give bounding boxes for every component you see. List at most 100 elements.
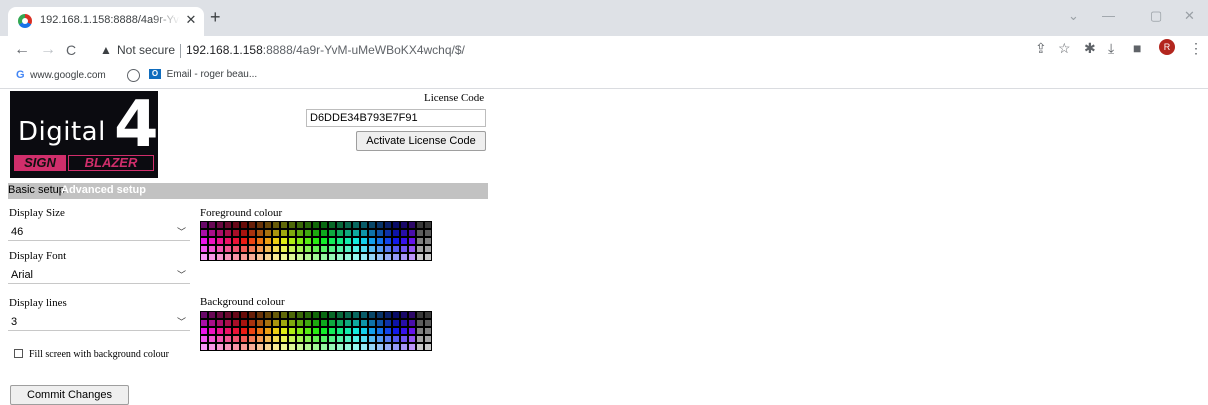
colour-swatch[interactable] [305,336,311,342]
colour-swatch[interactable] [217,238,223,244]
colour-swatch[interactable] [385,344,391,350]
colour-swatch[interactable] [409,238,415,244]
colour-swatch[interactable] [409,246,415,252]
colour-swatch[interactable] [257,312,263,318]
colour-swatch[interactable] [345,312,351,318]
close-window-icon[interactable]: ✕ [1184,8,1195,24]
colour-swatch[interactable] [321,344,327,350]
colour-swatch[interactable] [201,238,207,244]
colour-swatch[interactable] [417,336,423,342]
colour-swatch[interactable] [313,320,319,326]
colour-swatch[interactable] [329,246,335,252]
colour-swatch[interactable] [425,246,431,252]
colour-swatch[interactable] [217,336,223,342]
colour-swatch[interactable] [417,328,423,334]
colour-swatch[interactable] [265,320,271,326]
colour-swatch[interactable] [297,222,303,228]
tab-search-icon[interactable]: ⌄ [1068,8,1079,24]
colour-swatch[interactable] [249,222,255,228]
colour-swatch[interactable] [289,320,295,326]
colour-swatch[interactable] [425,320,431,326]
display-lines-select[interactable]: 3 ﹀ [8,314,190,331]
colour-swatch[interactable] [305,230,311,236]
forward-button[interactable]: → [40,41,56,59]
profile-icon[interactable]: R [1159,39,1175,55]
colour-swatch[interactable] [329,312,335,318]
bookmark-email[interactable]: O Email - roger beau... [149,69,257,80]
colour-swatch[interactable] [393,246,399,252]
colour-swatch[interactable] [217,246,223,252]
colour-swatch[interactable] [377,238,383,244]
colour-swatch[interactable] [265,246,271,252]
colour-swatch[interactable] [297,238,303,244]
colour-swatch[interactable] [321,222,327,228]
colour-swatch[interactable] [281,336,287,342]
colour-swatch[interactable] [361,254,367,260]
foreground-colour-palette[interactable] [200,221,432,261]
colour-swatch[interactable] [233,246,239,252]
colour-swatch[interactable] [345,328,351,334]
colour-swatch[interactable] [201,222,207,228]
display-font-select[interactable]: Arial ﹀ [8,267,190,284]
colour-swatch[interactable] [265,238,271,244]
colour-swatch[interactable] [417,344,423,350]
colour-swatch[interactable] [353,246,359,252]
colour-swatch[interactable] [345,320,351,326]
colour-swatch[interactable] [265,222,271,228]
colour-swatch[interactable] [297,246,303,252]
new-tab-button[interactable]: + [210,8,221,26]
colour-swatch[interactable] [273,230,279,236]
colour-swatch[interactable] [249,320,255,326]
colour-swatch[interactable] [257,336,263,342]
colour-swatch[interactable] [401,344,407,350]
colour-swatch[interactable] [409,254,415,260]
back-button[interactable]: ← [14,41,30,59]
colour-swatch[interactable] [201,344,207,350]
colour-swatch[interactable] [273,336,279,342]
colour-swatch[interactable] [425,336,431,342]
colour-swatch[interactable] [369,320,375,326]
colour-swatch[interactable] [345,336,351,342]
colour-swatch[interactable] [313,336,319,342]
colour-swatch[interactable] [289,254,295,260]
colour-swatch[interactable] [257,254,263,260]
colour-swatch[interactable] [241,312,247,318]
colour-swatch[interactable] [353,320,359,326]
colour-swatch[interactable] [209,238,215,244]
colour-swatch[interactable] [281,238,287,244]
colour-swatch[interactable] [337,320,343,326]
colour-swatch[interactable] [209,336,215,342]
colour-swatch[interactable] [417,246,423,252]
colour-swatch[interactable] [281,312,287,318]
colour-swatch[interactable] [369,230,375,236]
colour-swatch[interactable] [353,222,359,228]
colour-swatch[interactable] [289,246,295,252]
colour-swatch[interactable] [337,254,343,260]
colour-swatch[interactable] [217,328,223,334]
bookmark-google[interactable]: G www.google.com [16,69,106,81]
colour-swatch[interactable] [273,238,279,244]
colour-swatch[interactable] [369,336,375,342]
tab-advanced-setup[interactable]: Advanced setup [61,184,146,196]
colour-swatch[interactable] [345,254,351,260]
colour-swatch[interactable] [393,320,399,326]
colour-swatch[interactable] [281,344,287,350]
colour-swatch[interactable] [369,344,375,350]
colour-swatch[interactable] [313,312,319,318]
colour-swatch[interactable] [233,312,239,318]
commit-changes-button[interactable]: Commit Changes [10,385,129,405]
maximize-icon[interactable]: ▢ [1150,8,1162,24]
colour-swatch[interactable] [225,254,231,260]
colour-swatch[interactable] [297,328,303,334]
colour-swatch[interactable] [361,336,367,342]
colour-swatch[interactable] [361,238,367,244]
colour-swatch[interactable] [209,312,215,318]
bookmark-globe[interactable] [127,69,140,85]
colour-swatch[interactable] [321,230,327,236]
colour-swatch[interactable] [289,222,295,228]
colour-swatch[interactable] [209,254,215,260]
colour-swatch[interactable] [257,246,263,252]
colour-swatch[interactable] [233,230,239,236]
colour-swatch[interactable] [305,328,311,334]
colour-swatch[interactable] [329,254,335,260]
